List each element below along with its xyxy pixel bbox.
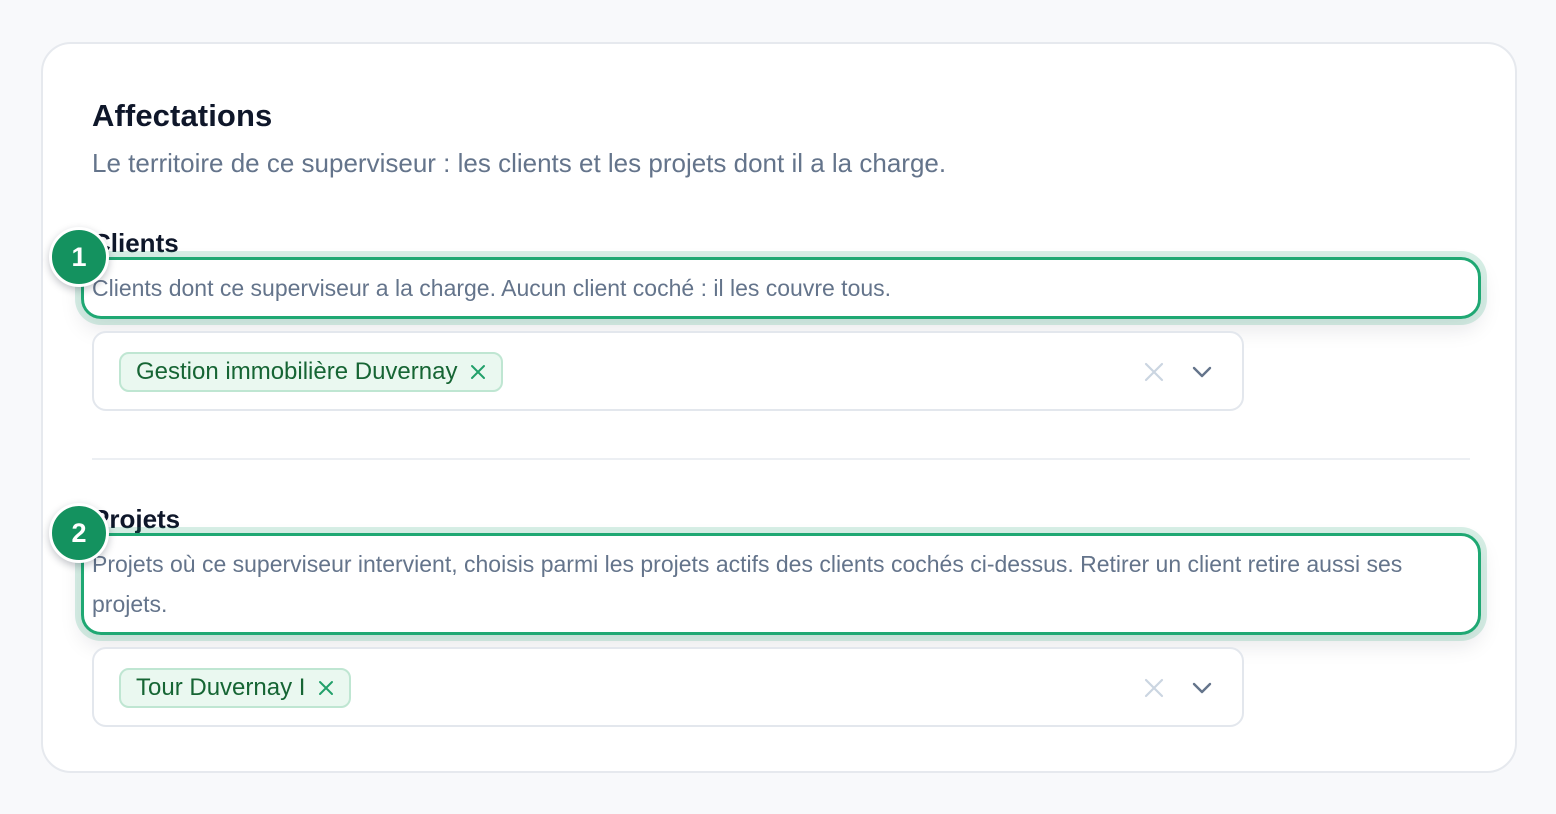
clients-help-highlight (81, 257, 1481, 319)
chip-label: Gestion immobilière Duvernay (136, 358, 458, 385)
callout-badge-1: 1 (49, 227, 109, 287)
projects-help-highlight (81, 533, 1481, 635)
clear-x-icon[interactable] (1142, 676, 1166, 700)
selected-project-chip: Tour Duvernay I (119, 668, 352, 708)
x-icon[interactable] (469, 363, 487, 381)
chevron-down-icon[interactable] (1190, 676, 1214, 700)
clients-multiselect[interactable]: Gestion immobilière Duvernay (92, 331, 1244, 411)
affectations-card: Affectations Le territoire de ce supervi… (41, 42, 1517, 773)
clear-x-icon[interactable] (1142, 360, 1166, 384)
chevron-down-icon[interactable] (1190, 360, 1214, 384)
x-icon[interactable] (317, 679, 335, 697)
section-divider (92, 458, 1470, 460)
selected-client-chip: Gestion immobilière Duvernay (119, 352, 504, 392)
callout-badge-2: 2 (49, 503, 109, 563)
section-description: Le territoire de ce superviseur : les cl… (92, 148, 947, 178)
chip-label: Tour Duvernay I (136, 674, 306, 701)
section-title: Affectations (92, 98, 273, 133)
projects-multiselect[interactable]: Tour Duvernay I (92, 647, 1244, 727)
